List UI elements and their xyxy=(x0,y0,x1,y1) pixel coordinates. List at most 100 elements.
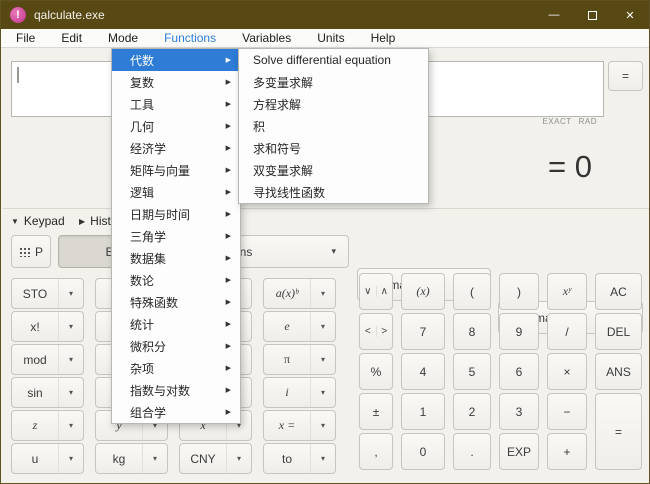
menu-help[interactable]: Help xyxy=(358,29,409,48)
caret-up-icon[interactable]: ∧ xyxy=(377,286,393,297)
button-4[interactable]: 4 xyxy=(401,353,445,390)
button-convert-to[interactable]: to▾ xyxy=(263,443,336,474)
caret-down-icon[interactable]: ∨ xyxy=(360,286,377,297)
minimize-button[interactable]: — xyxy=(535,1,573,29)
button-7[interactable]: 7 xyxy=(401,313,445,350)
button-6[interactable]: 6 xyxy=(499,353,539,390)
caret-right-icon[interactable]: > xyxy=(377,326,393,337)
menu-item-utilities[interactable]: 工具▶ xyxy=(112,93,240,115)
menu-item-algebra[interactable]: 代数▶ xyxy=(112,49,240,71)
dropdown-arrow-icon[interactable]: ▾ xyxy=(310,312,335,341)
button-divide[interactable]: / xyxy=(547,313,587,350)
caret-left-icon[interactable]: < xyxy=(360,326,377,337)
dropdown-arrow-icon[interactable]: ▾ xyxy=(310,444,335,473)
menu-item-special-functions[interactable]: 特殊函数▶ xyxy=(112,291,240,313)
menu-item-miscellaneous[interactable]: 杂项▶ xyxy=(112,357,240,379)
button-minus[interactable]: − xyxy=(547,393,587,430)
menu-item-calculus[interactable]: 微积分▶ xyxy=(112,335,240,357)
dropdown-arrow-icon[interactable]: ▾ xyxy=(310,378,335,407)
button-factorial[interactable]: x!▾ xyxy=(11,311,84,342)
menu-item-logic[interactable]: 逻辑▶ xyxy=(112,181,240,203)
button-open-paren[interactable]: ( xyxy=(453,273,491,310)
menu-item-solve-equation[interactable]: 方程求解 xyxy=(239,93,428,115)
maximize-button[interactable] xyxy=(573,1,611,29)
button-del[interactable]: DEL xyxy=(595,313,642,350)
button-x-equals[interactable]: x =▾ xyxy=(263,410,336,441)
button-0[interactable]: 0 xyxy=(401,433,445,470)
button-percent[interactable]: % xyxy=(359,353,393,390)
button-5[interactable]: 5 xyxy=(453,353,491,390)
button-paren-x[interactable]: (x) xyxy=(401,273,445,310)
menu-item-number-theory[interactable]: 数论▶ xyxy=(112,269,240,291)
menu-item-trigonometry[interactable]: 三角学▶ xyxy=(112,225,240,247)
menu-item-economics[interactable]: 经济学▶ xyxy=(112,137,240,159)
button-pi[interactable]: π▾ xyxy=(263,344,336,375)
button-1[interactable]: 1 xyxy=(401,393,445,430)
button-power-function[interactable]: a(x)ᵇ▾ xyxy=(263,278,336,309)
button-unit-u[interactable]: u▾ xyxy=(11,443,84,474)
button-unit-cny[interactable]: CNY▾ xyxy=(179,443,252,474)
keypad-grid-icon xyxy=(19,246,30,257)
nav-up-down-button[interactable]: ∨ ∧ xyxy=(359,273,393,310)
menu-item-product[interactable]: 积 xyxy=(239,115,428,137)
button-unit-kg[interactable]: kg▾ xyxy=(95,443,168,474)
menu-item-exponents-logarithms[interactable]: 指数与对数▶ xyxy=(112,379,240,401)
button-multiply[interactable]: × xyxy=(547,353,587,390)
menu-item-data-sets[interactable]: 数据集▶ xyxy=(112,247,240,269)
calculate-button[interactable]: = xyxy=(608,61,643,91)
menu-item-statistics[interactable]: 统计▶ xyxy=(112,313,240,335)
menu-edit[interactable]: Edit xyxy=(48,29,95,48)
menu-item-multi-variable-solve[interactable]: 多变量求解 xyxy=(239,71,428,93)
button-i[interactable]: i▾ xyxy=(263,377,336,408)
dropdown-arrow-icon[interactable]: ▾ xyxy=(310,411,335,440)
button-ans[interactable]: ANS xyxy=(595,353,642,390)
menu-variables[interactable]: Variables xyxy=(229,29,304,48)
dropdown-arrow-icon[interactable]: ▾ xyxy=(58,345,83,374)
dropdown-arrow-icon[interactable]: ▾ xyxy=(58,312,83,341)
dropdown-arrow-icon[interactable]: ▾ xyxy=(310,345,335,374)
button-dot[interactable]: . xyxy=(453,433,491,470)
chevron-down-icon: ▾ xyxy=(331,246,336,257)
button-plus-minus[interactable]: ± xyxy=(359,393,393,430)
button-sin[interactable]: sin▾ xyxy=(11,377,84,408)
button-8[interactable]: 8 xyxy=(453,313,491,350)
button-3[interactable]: 3 xyxy=(499,393,539,430)
dropdown-arrow-icon[interactable]: ▾ xyxy=(58,444,83,473)
dropdown-arrow-icon[interactable]: ▾ xyxy=(58,411,83,440)
menu-mode[interactable]: Mode xyxy=(95,29,151,48)
button-ac[interactable]: AC xyxy=(595,273,642,310)
button-mod[interactable]: mod▾ xyxy=(11,344,84,375)
menu-units[interactable]: Units xyxy=(304,29,357,48)
menu-file[interactable]: File xyxy=(3,29,48,48)
button-plus[interactable]: + xyxy=(547,433,587,470)
menu-item-combinatorics[interactable]: 组合学▶ xyxy=(112,401,240,423)
dropdown-arrow-icon[interactable]: ▾ xyxy=(58,378,83,407)
dropdown-arrow-icon[interactable]: ▾ xyxy=(142,444,167,473)
button-close-paren[interactable]: ) xyxy=(499,273,539,310)
menu-item-date-time[interactable]: 日期与时间▶ xyxy=(112,203,240,225)
close-button[interactable]: ✕ xyxy=(611,1,649,29)
dropdown-arrow-icon[interactable]: ▾ xyxy=(310,279,335,308)
menu-item-geometry[interactable]: 几何▶ xyxy=(112,115,240,137)
button-exp[interactable]: EXP xyxy=(499,433,539,470)
button-2[interactable]: 2 xyxy=(453,393,491,430)
button-equals[interactable]: = xyxy=(595,393,642,470)
dropdown-arrow-icon[interactable]: ▾ xyxy=(226,444,251,473)
button-e[interactable]: e▾ xyxy=(263,311,336,342)
button-sto[interactable]: STO▾ xyxy=(11,278,84,309)
programming-keypad-button[interactable]: P xyxy=(11,235,51,268)
menu-item-matrices-vectors[interactable]: 矩阵与向量▶ xyxy=(112,159,240,181)
menu-item-solve-differential-equation[interactable]: Solve differential equation xyxy=(239,49,428,71)
button-comma[interactable]: , xyxy=(359,433,393,470)
keypad-expander[interactable]: ▼ Keypad xyxy=(11,214,65,228)
button-9[interactable]: 9 xyxy=(499,313,539,350)
button-z[interactable]: z▾ xyxy=(11,410,84,441)
dropdown-arrow-icon[interactable]: ▾ xyxy=(58,279,83,308)
menu-item-summation[interactable]: 求和符号 xyxy=(239,137,428,159)
button-power[interactable]: xʸ xyxy=(547,273,587,310)
menu-functions[interactable]: Functions xyxy=(151,29,229,48)
menu-item-complex-numbers[interactable]: 复数▶ xyxy=(112,71,240,93)
menu-item-find-linear-function[interactable]: 寻找线性函数 xyxy=(239,181,428,203)
menu-item-dual-variable-solve[interactable]: 双变量求解 xyxy=(239,159,428,181)
nav-left-right-button[interactable]: < > xyxy=(359,313,393,350)
